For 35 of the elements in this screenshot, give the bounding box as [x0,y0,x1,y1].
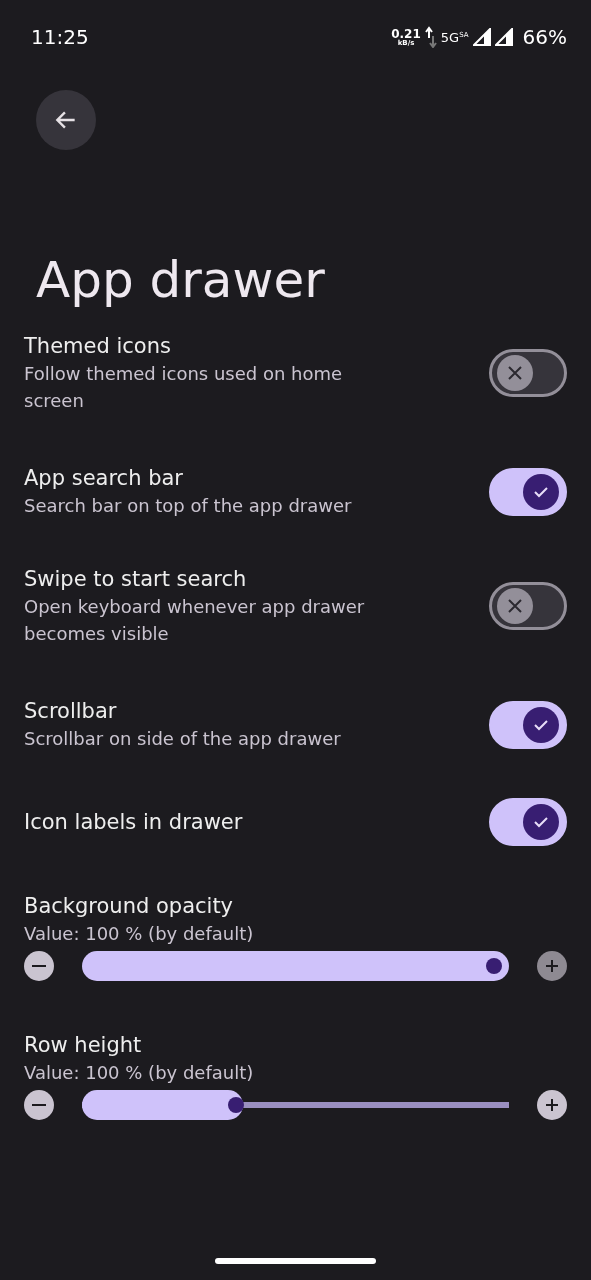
toggle-switch[interactable] [489,798,567,846]
setting-description: Follow themed icons used on home screen [24,362,344,413]
signal-icon [472,28,491,46]
data-arrows-icon [424,26,437,48]
setting-description: Search bar on top of the app drawer [24,494,353,518]
setting-title: Scrollbar [24,698,118,725]
toggle-switch[interactable] [489,467,567,516]
setting-description: Value: 100 % (by default) [24,922,255,946]
setting-description: Open keyboard whenever app drawer becomes visible [24,595,366,646]
close-icon [506,364,524,382]
minus-button[interactable] [24,1090,54,1120]
setting-description: Value: 100 % (by default) [24,1061,255,1085]
toggle-switch[interactable] [489,582,567,630]
plus-icon [544,1097,560,1113]
setting-title: Background opacity [24,893,235,920]
setting-title: Row height [24,1032,143,1059]
minus-button[interactable] [24,951,54,981]
setting-title: Icon labels in drawer [24,809,244,836]
signal-icon [494,28,513,46]
page-title: App drawer [36,250,326,310]
data-speed: 0.21 [391,27,421,40]
setting-title: App search bar [24,465,184,492]
minus-icon [32,965,46,967]
minus-icon [32,1104,46,1106]
clock: 11:25 [31,25,90,49]
setting-title: Swipe to start search [24,566,248,593]
battery-percent: 66% [522,25,567,49]
plus-button[interactable] [537,1090,567,1120]
toggle-switch[interactable] [489,700,567,749]
setting-description: Scrollbar on side of the app drawer [24,727,342,751]
setting-title: Themed icons [24,333,172,360]
close-icon [506,597,524,615]
toggle-switch[interactable] [489,349,567,397]
network-type: 5G$^{SA}$ [440,29,469,45]
plus-icon [544,958,560,974]
